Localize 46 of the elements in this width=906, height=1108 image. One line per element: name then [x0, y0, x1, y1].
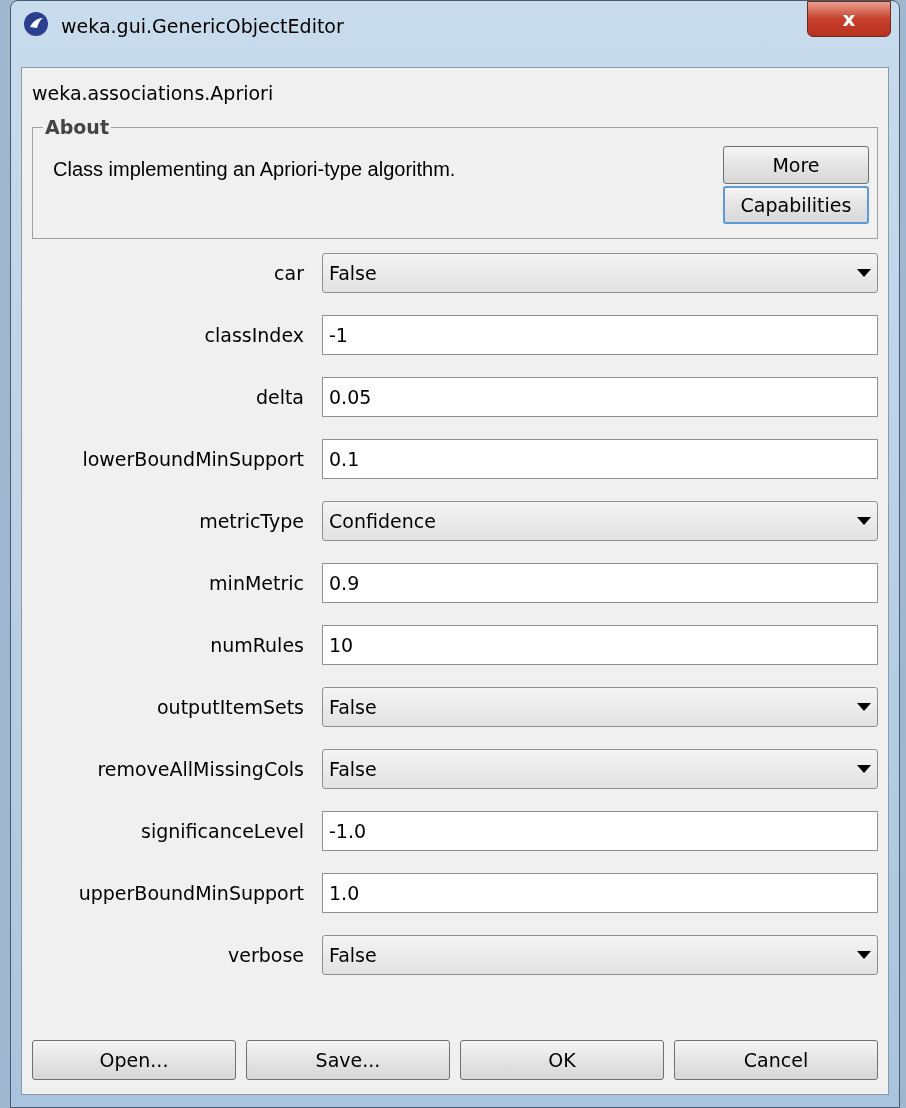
window-title: weka.gui.GenericObjectEditor	[61, 15, 344, 37]
caret-icon	[857, 703, 871, 711]
dialog-button[interactable]: Save...	[246, 1040, 450, 1080]
caret-icon	[857, 269, 871, 277]
dialog-button[interactable]: Open...	[32, 1040, 236, 1080]
class-name: weka.associations.Apriori	[32, 81, 275, 106]
caret-icon	[857, 951, 871, 959]
property-label: verbose	[226, 944, 304, 966]
property-label: upperBoundMinSupport	[77, 882, 304, 904]
about-text: Class implementing an Apriori-type algorithm.	[53, 157, 457, 181]
about-button[interactable]: Capabilities	[723, 186, 869, 224]
about-title: About	[44, 116, 110, 138]
property-field[interactable]: 0.9	[322, 563, 878, 603]
app-icon	[23, 11, 49, 37]
property-field[interactable]: -1.0	[322, 811, 878, 851]
dropdown-value: Confidence	[329, 510, 436, 532]
caret-icon	[857, 517, 871, 525]
dialog-button[interactable]: Cancel	[674, 1040, 878, 1080]
property-field[interactable]: 0.1	[322, 439, 878, 479]
property-label: numRules	[209, 634, 304, 656]
dropdown-value: False	[329, 944, 377, 966]
property-label: delta	[254, 386, 304, 408]
property-label: significanceLevel	[140, 820, 304, 842]
property-label: removeAllMissingCols	[96, 758, 304, 780]
property-label: minMetric	[208, 572, 304, 594]
property-label: lowerBoundMinSupport	[81, 448, 304, 470]
dropdown-value: False	[329, 262, 377, 284]
caret-icon	[857, 765, 871, 773]
property-dropdown[interactable]: False	[322, 935, 878, 975]
close-button[interactable]: x	[807, 1, 891, 37]
property-dropdown[interactable]: Confidence	[322, 501, 878, 541]
property-label: metricType	[198, 510, 304, 532]
property-field[interactable]: -1	[322, 315, 878, 355]
about-button[interactable]: More	[723, 146, 869, 184]
property-label: outputItemSets	[155, 696, 304, 718]
property-dropdown[interactable]: False	[322, 253, 878, 293]
property-dropdown[interactable]: False	[322, 687, 878, 727]
property-label: classIndex	[203, 324, 304, 346]
property-field[interactable]: 1.0	[322, 873, 878, 913]
dialog-button[interactable]: OK	[460, 1040, 664, 1080]
property-field[interactable]: 10	[322, 625, 878, 665]
dropdown-value: False	[329, 696, 377, 718]
dropdown-value: False	[329, 758, 377, 780]
property-field[interactable]: 0.05	[322, 377, 878, 417]
property-label: car	[273, 262, 304, 284]
property-dropdown[interactable]: False	[322, 749, 878, 789]
